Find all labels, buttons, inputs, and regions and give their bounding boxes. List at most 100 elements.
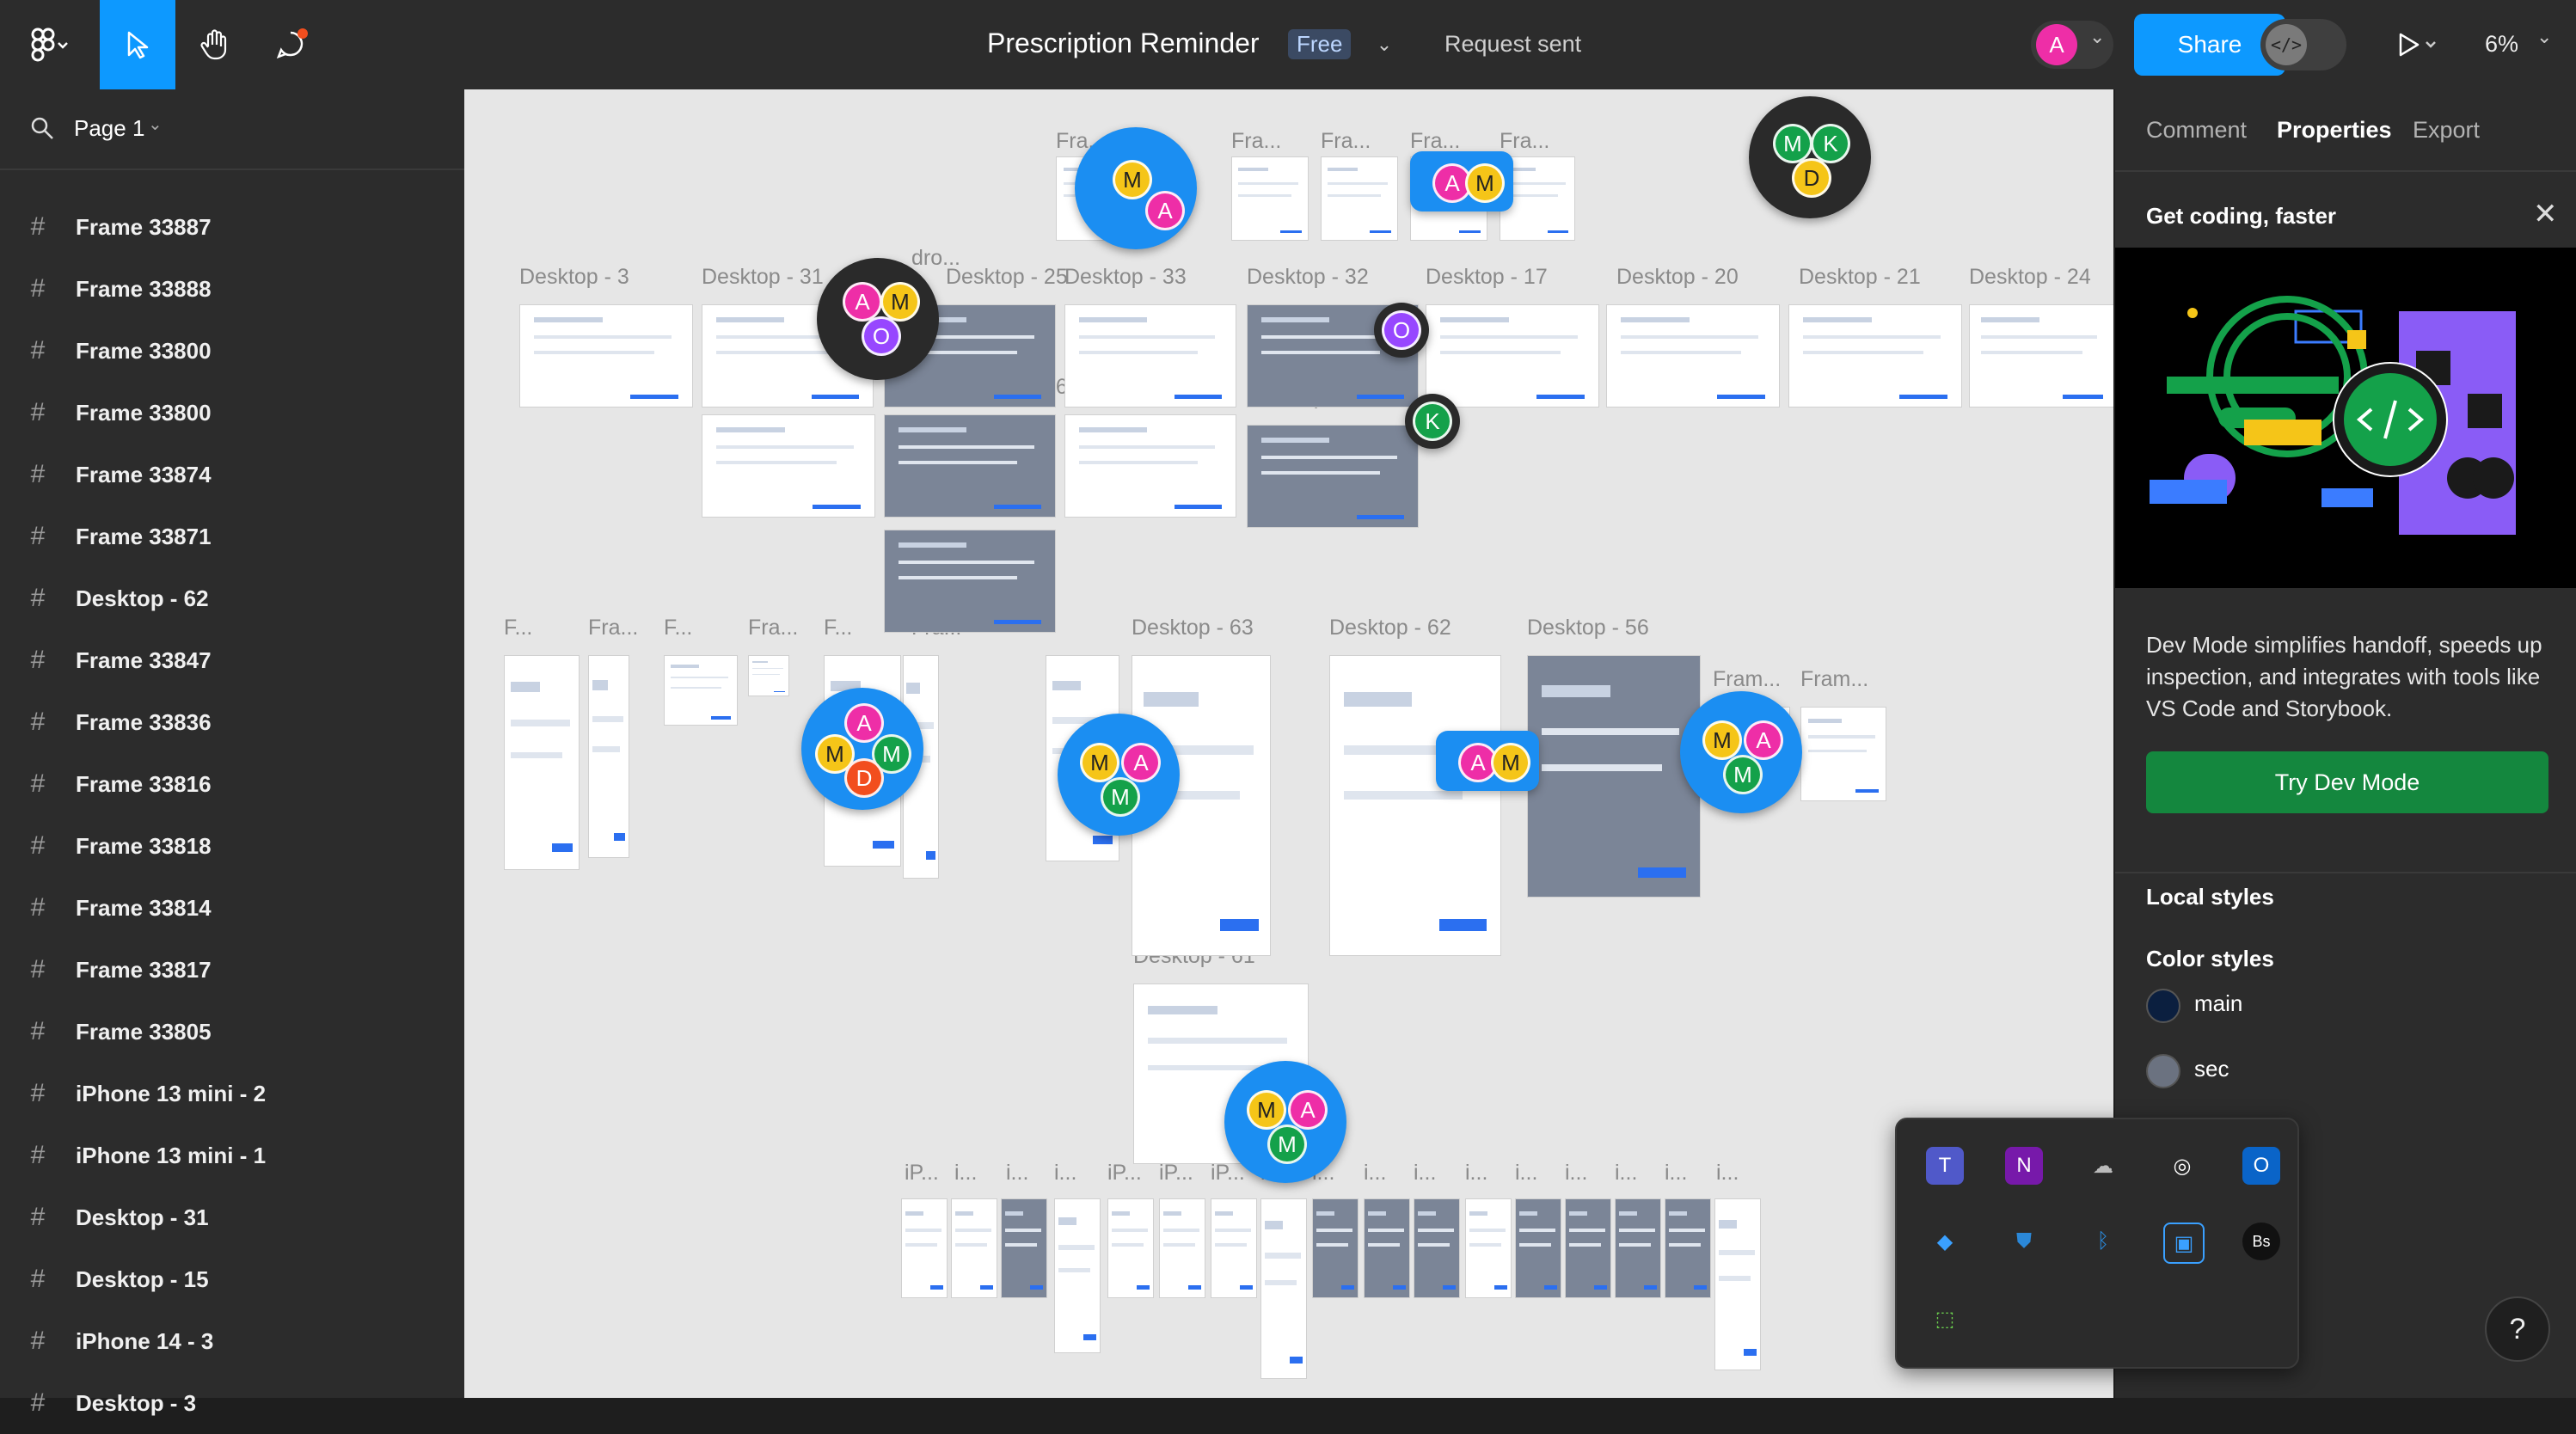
frame-label[interactable]: i... — [1515, 1161, 1537, 1186]
frame-label[interactable]: Desktop - 62 — [1329, 616, 1451, 640]
design-frame[interactable] — [1211, 1198, 1257, 1298]
design-frame[interactable] — [884, 414, 1056, 518]
comment-tool-button[interactable] — [255, 0, 330, 89]
design-frame[interactable] — [664, 655, 738, 726]
bluetooth-icon[interactable]: ᛒ — [2084, 1223, 2122, 1260]
frame-label[interactable]: Desktop - 31 — [702, 265, 824, 290]
design-frame[interactable] — [1329, 655, 1501, 956]
layer-item[interactable]: # Desktop - 31 — [0, 1186, 464, 1248]
design-frame[interactable] — [1515, 1198, 1561, 1298]
frame-label[interactable]: Desktop - 3 — [519, 265, 629, 290]
frame-label[interactable]: i... — [1465, 1161, 1487, 1186]
collaborator-cursor-cluster[interactable]: MAM — [1058, 714, 1180, 836]
frame-label[interactable]: Desktop - 21 — [1799, 265, 1921, 290]
tab-properties[interactable]: Properties — [2277, 117, 2392, 144]
layer-item[interactable]: # iPhone 14 - 3 — [0, 1310, 464, 1372]
design-frame[interactable] — [1615, 1198, 1661, 1298]
frame-label[interactable]: Desktop - 20 — [1616, 265, 1739, 290]
move-tool-button[interactable] — [100, 0, 175, 89]
design-frame[interactable] — [884, 530, 1056, 633]
design-frame[interactable] — [1565, 1198, 1611, 1298]
dev-mode-toggle[interactable]: </> — [2260, 0, 2347, 89]
design-frame[interactable] — [748, 655, 789, 696]
collaborator-cursor-cluster[interactable]: AMMD — [801, 688, 923, 810]
layer-item[interactable]: # Frame 33874 — [0, 444, 464, 506]
layer-item[interactable]: # Frame 33805 — [0, 1001, 464, 1063]
design-frame[interactable] — [1231, 156, 1309, 241]
design-frame[interactable] — [1465, 1198, 1512, 1298]
design-frame[interactable] — [1312, 1198, 1359, 1298]
layer-item[interactable]: # Frame 33847 — [0, 629, 464, 691]
hand-tool-button[interactable] — [177, 0, 253, 89]
design-frame[interactable] — [519, 304, 693, 408]
frame-label[interactable]: i... — [1006, 1161, 1028, 1186]
layer-item[interactable]: # Frame 33814 — [0, 877, 464, 939]
collaborator-cursor-cluster[interactable]: O — [1374, 303, 1429, 358]
frame-label[interactable]: F... — [824, 616, 852, 640]
layer-item[interactable]: # iPhone 13 mini - 2 — [0, 1063, 464, 1125]
frame-label[interactable]: Fram... — [1713, 667, 1781, 692]
collaborator-cursor-cluster[interactable]: MAM — [1680, 691, 1802, 813]
design-frame[interactable] — [702, 414, 875, 518]
document-title[interactable]: Prescription Reminder — [987, 28, 1260, 59]
present-button[interactable] — [2383, 0, 2452, 89]
frame-label[interactable]: Fra... — [1500, 129, 1549, 154]
design-frame[interactable] — [1064, 414, 1236, 518]
frame-label[interactable]: iP... — [905, 1161, 939, 1186]
frame-label[interactable]: Desktop - 32 — [1247, 265, 1369, 290]
frame-label[interactable]: dro... — [911, 246, 960, 271]
frame-label[interactable]: i... — [1364, 1161, 1386, 1186]
layer-item[interactable]: # Frame 33887 — [0, 196, 464, 258]
steam-icon[interactable]: ◎ — [2163, 1147, 2201, 1185]
title-dropdown-button[interactable]: ⌄ — [1367, 0, 1401, 89]
frame-label[interactable]: Fra... — [1321, 129, 1371, 154]
layer-item[interactable]: # Frame 33888 — [0, 258, 464, 320]
defender-icon[interactable]: ⛊ — [2005, 1223, 2043, 1260]
monitor-icon[interactable]: ▣ — [2163, 1223, 2205, 1264]
frame-label[interactable]: Fra... — [748, 616, 798, 640]
page-selector[interactable]: Page 1 ⌄ — [0, 89, 464, 170]
cloud-icon[interactable]: ☁ — [2084, 1147, 2122, 1185]
design-frame[interactable] — [1414, 1198, 1460, 1298]
collaborator-cursor-cluster[interactable]: AMO — [817, 258, 939, 380]
zoom-level[interactable]: 6% — [2485, 31, 2518, 58]
frame-label[interactable]: iP... — [1107, 1161, 1142, 1186]
layer-item[interactable]: # Desktop - 3 — [0, 1372, 464, 1434]
frame-label[interactable]: F... — [504, 616, 532, 640]
teams-icon[interactable]: T — [1926, 1147, 1964, 1185]
frame-label[interactable]: i... — [1565, 1161, 1587, 1186]
design-frame[interactable] — [1665, 1198, 1711, 1298]
frame-label[interactable]: i... — [1716, 1161, 1739, 1186]
layer-item[interactable]: # Desktop - 15 — [0, 1248, 464, 1310]
collaborator-cursor-cluster[interactable]: K — [1405, 394, 1460, 449]
try-dev-mode-button[interactable]: Try Dev Mode — [2146, 751, 2548, 813]
frame-label[interactable]: Desktop - 25 — [946, 265, 1068, 290]
frame-label[interactable]: i... — [1414, 1161, 1436, 1186]
layer-item[interactable]: # Desktop - 62 — [0, 567, 464, 629]
frame-label[interactable]: Desktop - 24 — [1969, 265, 2091, 290]
design-frame[interactable] — [1247, 425, 1419, 528]
design-frame[interactable] — [1054, 1198, 1101, 1353]
frame-label[interactable]: i... — [954, 1161, 977, 1186]
design-frame[interactable] — [1606, 304, 1780, 408]
close-icon[interactable]: ✕ — [2533, 199, 2558, 229]
design-frame[interactable] — [1321, 156, 1398, 241]
layer-item[interactable]: # Frame 33818 — [0, 815, 464, 877]
design-frame[interactable] — [901, 1198, 948, 1298]
layer-item[interactable]: # Frame 33816 — [0, 753, 464, 815]
layer-item[interactable]: # iPhone 13 mini - 1 — [0, 1125, 464, 1186]
outlook-icon[interactable]: O — [2242, 1147, 2280, 1185]
collaborator-cursor-cluster[interactable]: MAM — [1224, 1061, 1346, 1183]
frame-label[interactable]: iP... — [1211, 1161, 1245, 1186]
layer-item[interactable]: # Frame 33800 — [0, 382, 464, 444]
style-name-main[interactable]: main — [2194, 990, 2242, 1017]
design-frame[interactable] — [1260, 1198, 1307, 1379]
design-frame[interactable] — [1064, 304, 1236, 408]
layer-item[interactable]: # Frame 33817 — [0, 939, 464, 1001]
design-frame[interactable] — [504, 655, 580, 870]
layer-item[interactable]: # Frame 33871 — [0, 506, 464, 567]
frame-label[interactable]: Fra... — [1410, 129, 1460, 154]
collaborator-cursor-cluster[interactable]: MKD — [1749, 96, 1871, 218]
style-name-sec[interactable]: sec — [2194, 1056, 2229, 1082]
layer-item[interactable]: # Frame 33836 — [0, 691, 464, 753]
